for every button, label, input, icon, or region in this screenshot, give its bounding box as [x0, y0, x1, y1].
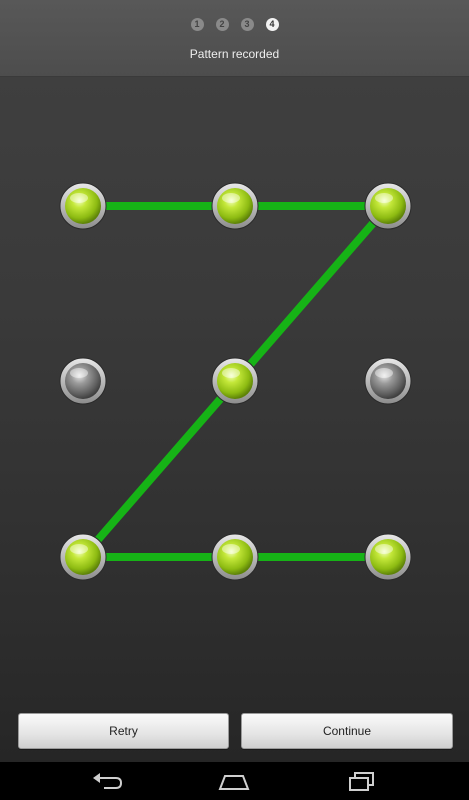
- pattern-node-1[interactable]: [59, 182, 107, 230]
- pattern-node-9[interactable]: [364, 533, 412, 581]
- pattern-node-5[interactable]: [211, 357, 259, 405]
- pattern-grid[interactable]: [0, 0, 469, 762]
- pattern-node-8[interactable]: [211, 533, 259, 581]
- back-icon[interactable]: [90, 770, 126, 792]
- continue-button[interactable]: Continue: [241, 713, 453, 749]
- pattern-node-6[interactable]: [364, 357, 412, 405]
- pattern-node-2[interactable]: [211, 182, 259, 230]
- navigation-bar: [0, 762, 469, 800]
- retry-button[interactable]: Retry: [18, 713, 229, 749]
- pattern-node-7[interactable]: [59, 533, 107, 581]
- pattern-node-3[interactable]: [364, 182, 412, 230]
- recent-apps-icon[interactable]: [343, 770, 379, 792]
- screen: 1234 Pattern recorded Retry Continue: [0, 0, 469, 762]
- home-icon[interactable]: [216, 770, 252, 792]
- pattern-node-4[interactable]: [59, 357, 107, 405]
